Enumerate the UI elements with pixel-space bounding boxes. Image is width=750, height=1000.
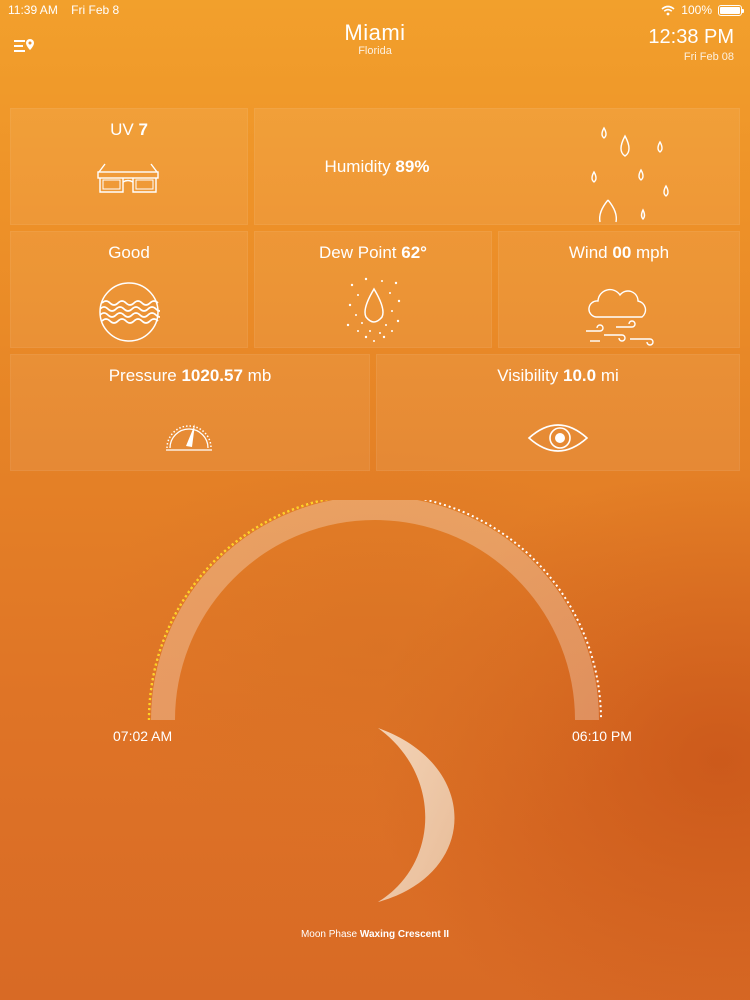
battery-icon [718, 4, 744, 16]
local-time: 12:38 PM [648, 26, 734, 48]
status-bar: 11:39 AM Fri Feb 8 100% [0, 0, 750, 20]
pressure-unit: mb [247, 366, 272, 385]
wind-value: 00 [612, 243, 632, 262]
uv-value: 7 [138, 120, 148, 139]
pressure-value: 1020.57 [181, 366, 243, 385]
moon-phase-label: Moon Phase [300, 929, 358, 940]
pressure-label: Pressure 1020.57 mb [108, 366, 272, 385]
dew-point-tile: Dew Point 62° [254, 231, 492, 348]
visibility-label: Visibility 10.0 mi [497, 366, 619, 385]
moon-phase-value: Waxing Crescent II [359, 929, 450, 940]
air-quality-tile: Good [10, 231, 248, 348]
raindrops-icon [591, 126, 669, 223]
daylight-band [151, 496, 599, 721]
dew-point-value: 62° [401, 243, 427, 262]
wifi-icon [661, 5, 675, 15]
region-name: Florida [358, 45, 392, 57]
visibility-tile: Visibility 10.0 mi [376, 354, 740, 471]
eye-icon [527, 424, 589, 452]
cloud-wind-icon [586, 288, 654, 346]
city-name[interactable]: Miami [0, 20, 750, 46]
status-time: 11:39 AM [8, 3, 58, 17]
air-quality-label: Good [108, 243, 150, 262]
wind-tile: Wind 00 mph [498, 231, 740, 348]
header: Miami Florida 12:38 PM Fri Feb 08 [0, 20, 750, 80]
moon-phase-caption: Moon Phase Waxing Crescent II [0, 929, 750, 940]
wind-unit: mph [636, 243, 670, 262]
humidity-label: Humidity 89% [324, 157, 430, 176]
humidity-value: 89% [395, 157, 430, 176]
remaining-daylight-arc [148, 493, 602, 721]
local-date: Fri Feb 08 [683, 51, 734, 63]
wind-label: Wind 00 mph [568, 243, 670, 262]
dew-point-label: Dew Point 62° [319, 243, 427, 262]
status-date: Fri Feb 8 [71, 3, 120, 17]
barometer-icon [166, 424, 212, 451]
battery-percent: 100% [681, 3, 712, 17]
sunrise-time: 07:02 AM [113, 728, 173, 744]
visibility-unit: mi [600, 366, 619, 385]
moon-phase-icon [378, 728, 455, 902]
visibility-value: 10.0 [563, 366, 597, 385]
air-waves-icon [99, 282, 160, 342]
dew-drop-icon [346, 277, 401, 342]
pressure-tile: Pressure 1020.57 mb [10, 354, 370, 471]
uv-label: UV 7 [110, 120, 148, 139]
sunset-time: 06:10 PM [572, 728, 632, 744]
humidity-tile: Humidity 89% [254, 108, 740, 225]
